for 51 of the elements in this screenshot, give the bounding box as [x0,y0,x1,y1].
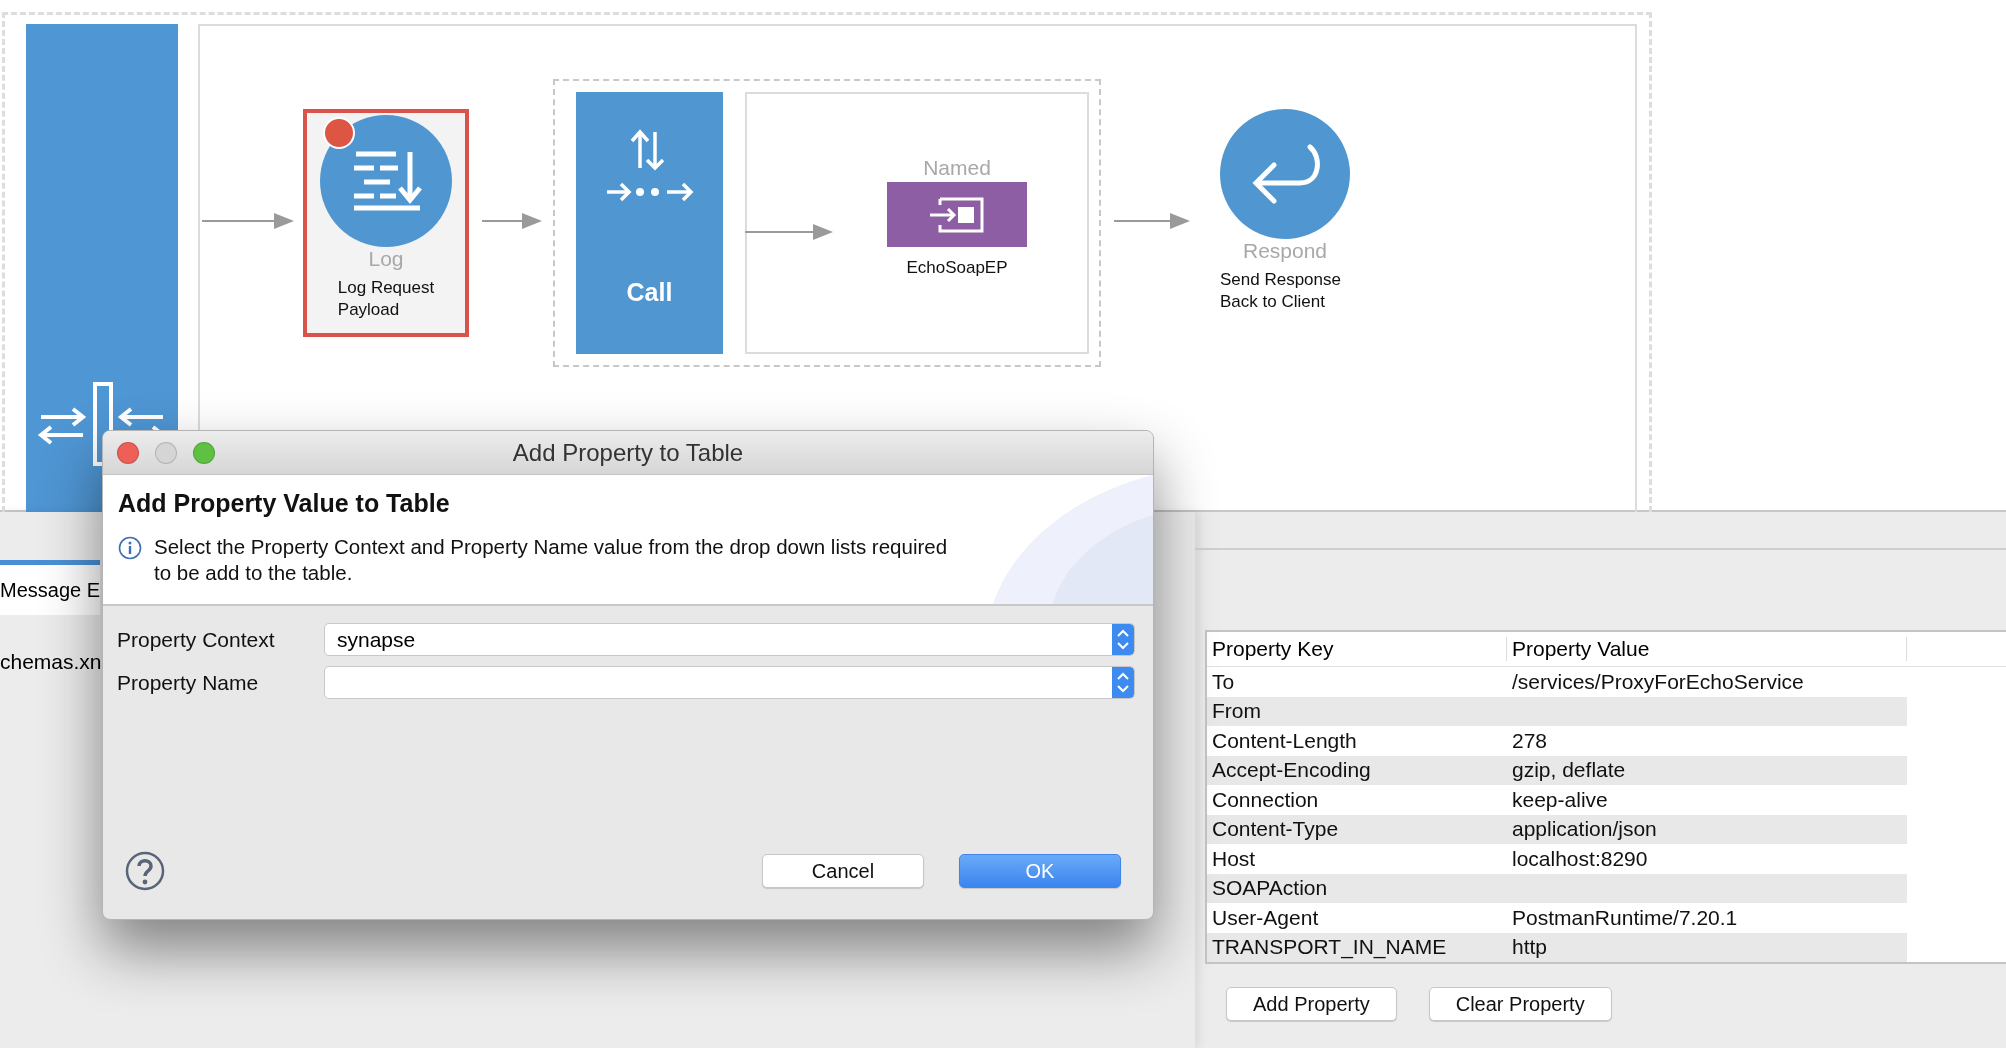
table-row[interactable]: SOAPAction [1207,873,1907,903]
window-title: Add Property to Table [511,438,745,467]
table-row[interactable]: TRANSPORT_IN_NAME http [1207,932,1907,962]
table-cell-text: TRANSPORT_IN_NAME [1211,935,1448,960]
table-cell-text: keep-alive [1511,787,1609,812]
dropdown-field[interactable] [324,666,1135,699]
help-icon[interactable] [125,851,165,891]
endpoint-node[interactable] [887,182,1027,247]
table-cell-text: SOAPAction [1211,876,1329,901]
info-message: Select the Property Context and Property Name value from the drop down lists required to be add to the table. [154,534,949,586]
table-cell-text: /services/ProxyForEchoService [1511,669,1805,694]
zoom-icon[interactable] [193,441,215,464]
node-description: Log Request Payload [337,277,435,321]
table-cell-text: Connection [1211,787,1320,812]
table-cell-text: From [1211,699,1262,724]
info-icon [118,536,142,560]
panel-tab[interactable]: Message E [0,560,101,615]
table-row[interactable]: Accept-Encoding gzip, deflate [1207,755,1907,785]
dialog-heading: Add Property Value to Table [118,489,451,518]
table-cell-text: http [1511,935,1549,960]
table-cell-text: Content-Type [1211,817,1340,842]
table-row[interactable]: Content-Type application/json [1207,814,1907,844]
field-label: Property Context [117,627,276,652]
table-cell-text: User-Agent [1211,905,1320,930]
node-type-label: Respond [1241,239,1329,263]
action-button[interactable]: Add Property [1226,987,1397,1021]
chevron-icon [1112,624,1134,655]
column-header[interactable]: Property Key [1207,637,1507,661]
action-button[interactable]: Clear Property [1428,987,1612,1021]
table-cell-text: 278 [1511,728,1549,753]
close-icon[interactable] [117,441,139,464]
dropdown-field[interactable]: synapse [324,623,1135,656]
table-cell-text: application/json [1511,817,1658,842]
table-cell-text: gzip, deflate [1511,758,1627,783]
endpoint-name: EchoSoapEP [906,257,1008,279]
table-cell-text: Accept-Encoding [1211,758,1372,783]
node-type-label: Log [368,247,404,271]
table-row[interactable]: From [1207,696,1907,726]
log-node[interactable]: Log Log Request Payload [303,109,469,337]
node-type-label: Named [923,156,991,180]
table-cell-text: Content-Length [1211,728,1358,753]
column-header[interactable]: Property Value [1507,637,1907,661]
chevron-icon [1112,667,1134,698]
table-cell-text: localhost:8290 [1511,846,1649,871]
table-cell-text: PostmanRuntime/7.20.1 [1511,905,1739,930]
field-label: Property Name [117,670,260,695]
table-cell-text: Host [1211,846,1257,871]
connector-arrow [482,211,542,231]
table-cell-text: To [1211,669,1236,694]
node-description: Send Response Back to Client [1220,269,1341,313]
dialog-button[interactable]: Cancel [762,854,924,888]
